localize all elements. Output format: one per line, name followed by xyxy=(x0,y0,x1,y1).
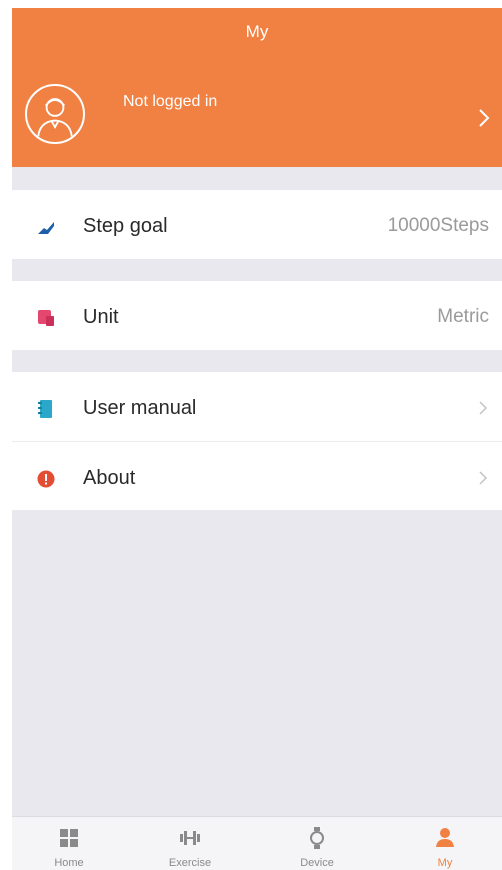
step-goal-value: 10000Steps xyxy=(387,215,489,236)
app-screen: My Not logged in Step goal 10000Steps Un… xyxy=(12,8,502,870)
chevron-right-icon xyxy=(479,401,488,415)
dumbbell-icon xyxy=(180,831,200,845)
settings-group-goal: Step goal 10000Steps xyxy=(12,190,502,259)
step-goal-label: Step goal xyxy=(83,215,168,237)
tab-home[interactable]: Home xyxy=(19,817,119,870)
unit-label: Unit xyxy=(83,306,119,328)
page-title: My xyxy=(245,22,269,41)
info-icon xyxy=(37,470,55,488)
tab-my-label: My xyxy=(437,857,453,869)
login-status: Not logged in xyxy=(123,93,218,110)
tab-exercise-label: Exercise xyxy=(168,857,212,869)
chevron-right-icon xyxy=(479,471,488,485)
tab-device-label: Device xyxy=(300,857,334,869)
about-label: About xyxy=(83,467,136,489)
about-row[interactable]: About xyxy=(12,441,502,510)
person-icon xyxy=(436,828,454,847)
tab-device[interactable]: Device xyxy=(267,817,367,870)
settings-group-info: User manual About xyxy=(12,372,502,510)
bottom-tab-bar: Home Exercise Device My xyxy=(12,816,502,870)
settings-group-unit: Unit Metric xyxy=(12,281,502,350)
grid-icon xyxy=(60,829,78,847)
unit-icon xyxy=(38,310,54,326)
tab-my[interactable]: My xyxy=(395,817,495,870)
manual-icon xyxy=(38,400,52,418)
profile-header: My Not logged in xyxy=(12,8,502,167)
tab-exercise[interactable]: Exercise xyxy=(140,817,240,870)
tab-home-label: Home xyxy=(54,857,84,869)
unit-row[interactable]: Unit Metric xyxy=(12,281,502,350)
user-manual-label: User manual xyxy=(83,397,197,419)
chevron-right-icon xyxy=(479,109,490,127)
login-profile-row[interactable]: Not logged in xyxy=(12,72,502,154)
user-manual-row[interactable]: User manual xyxy=(12,372,502,441)
shoe-icon xyxy=(38,222,54,234)
user-avatar-icon xyxy=(25,84,85,144)
step-goal-row[interactable]: Step goal 10000Steps xyxy=(12,190,502,259)
unit-value: Metric xyxy=(437,306,489,327)
watch-icon xyxy=(310,827,324,849)
